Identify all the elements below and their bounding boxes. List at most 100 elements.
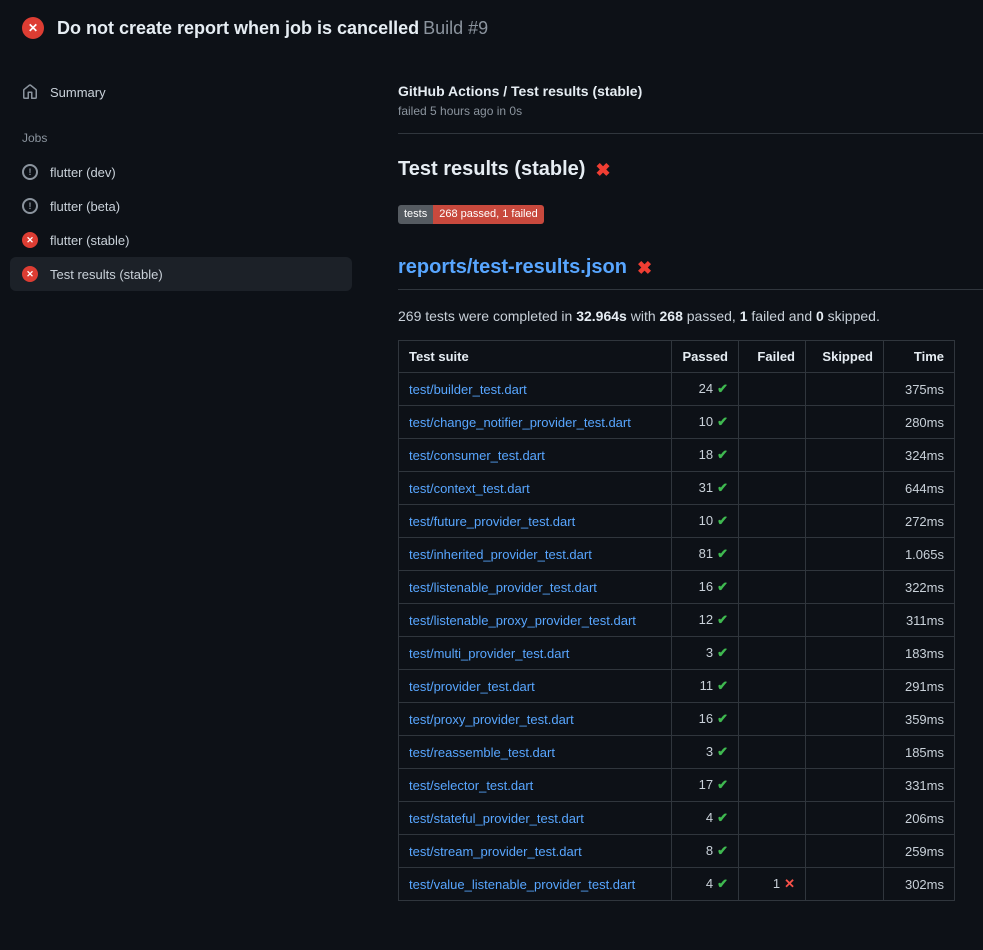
test-summary-text: 269 tests were completed in 32.964s with… (398, 308, 983, 324)
summary-value: 32.964s (576, 308, 627, 324)
failed-cell (739, 439, 806, 472)
table-row: test/builder_test.dart 24✔ 375ms (399, 373, 955, 406)
check-icon: ✔ (717, 579, 728, 594)
time-cell: 375ms (884, 373, 955, 406)
passed-cell: 10✔ (672, 505, 739, 538)
check-icon: ✔ (717, 447, 728, 462)
check-icon: ✔ (717, 546, 728, 561)
test-suite-link[interactable]: test/value_listenable_provider_test.dart (409, 877, 635, 892)
check-icon: ✔ (717, 612, 728, 627)
sidebar: Summary Jobs !flutter (dev)!flutter (bet… (0, 53, 368, 291)
skipped-cell (806, 439, 884, 472)
failed-cell (739, 604, 806, 637)
test-suite-link[interactable]: test/stream_provider_test.dart (409, 844, 582, 859)
skipped-cell (806, 538, 884, 571)
neutral-icon: ! (22, 198, 38, 214)
passed-cell: 16✔ (672, 571, 739, 604)
test-suite-cell: test/context_test.dart (399, 472, 672, 505)
skipped-cell (806, 604, 884, 637)
table-row: test/provider_test.dart 11✔ 291ms (399, 670, 955, 703)
jobs-section-label: Jobs (22, 131, 352, 145)
time-cell: 206ms (884, 802, 955, 835)
table-row: test/future_provider_test.dart10✔272ms (399, 505, 955, 538)
test-suite-cell: test/builder_test.dart (399, 373, 672, 406)
failed-x-icon: ✖ (637, 259, 652, 277)
passed-cell: 8✔ (672, 835, 739, 868)
table-row: test/reassemble_test.dart3✔185ms (399, 736, 955, 769)
skipped-cell (806, 703, 884, 736)
test-suite-cell: test/inherited_provider_test.dart (399, 538, 672, 571)
sidebar-item-job[interactable]: ✕ flutter (stable) (10, 223, 352, 257)
test-suite-link[interactable]: test/reassemble_test.dart (409, 745, 555, 760)
test-suite-link[interactable]: test/builder_test.dart (409, 382, 527, 397)
time-cell: 331ms (884, 769, 955, 802)
check-icon: ✔ (717, 843, 728, 858)
table-row: test/consumer_test.dart18✔324ms (399, 439, 955, 472)
test-suite-link[interactable]: test/context_test.dart (409, 481, 530, 496)
sidebar-item-label: flutter (dev) (50, 165, 116, 180)
test-suite-link[interactable]: test/change_notifier_provider_test.dart (409, 415, 631, 430)
test-suite-link[interactable]: test/provider_test.dart (409, 679, 535, 694)
check-icon: ✔ (717, 711, 728, 726)
sidebar-item-label: Test results (stable) (50, 267, 163, 282)
test-suite-cell: test/multi_provider_test.dart (399, 637, 672, 670)
passed-cell: 11✔ (672, 670, 739, 703)
test-suite-cell: test/selector_test.dart (399, 769, 672, 802)
test-suite-cell: test/stateful_provider_test.dart (399, 802, 672, 835)
skipped-cell (806, 571, 884, 604)
tests-badge: tests 268 passed, 1 failed (398, 205, 544, 224)
table-row: test/selector_test.dart17✔331ms (399, 769, 955, 802)
failed-cell (739, 571, 806, 604)
table-row: test/inherited_provider_test.dart 81✔ 1.06… (399, 538, 955, 571)
failed-status-icon: ✕ (22, 17, 44, 39)
failed-icon: ✕ (22, 232, 38, 248)
check-icon: ✔ (717, 744, 728, 759)
summary-value: 1 (740, 308, 748, 324)
time-cell: 1.065s (884, 538, 955, 571)
check-title: Test results (stable) ✖ (398, 158, 983, 181)
test-suite-link[interactable]: test/stateful_provider_test.dart (409, 811, 584, 826)
skipped-cell (806, 769, 884, 802)
test-suite-link[interactable]: test/listenable_proxy_provider_test.dart (409, 613, 636, 628)
sidebar-item-summary[interactable]: Summary (10, 75, 352, 109)
table-row: test/multi_provider_test.dart3✔183ms (399, 637, 955, 670)
test-suite-link[interactable]: test/inherited_provider_test.dart (409, 547, 592, 562)
failed-cell (739, 670, 806, 703)
skipped-cell (806, 373, 884, 406)
test-suite-link[interactable]: test/proxy_provider_test.dart (409, 712, 574, 727)
passed-cell: 31✔ (672, 472, 739, 505)
sidebar-item-job[interactable]: ✕Test results (stable) (10, 257, 352, 291)
time-cell: 302ms (884, 868, 955, 901)
check-icon: ✔ (717, 678, 728, 693)
test-suite-link[interactable]: test/future_provider_test.dart (409, 514, 575, 529)
divider (398, 133, 983, 134)
sidebar-item-job[interactable]: !flutter (beta) (10, 189, 352, 223)
sidebar-item-job[interactable]: !flutter (dev) (10, 155, 352, 189)
x-glyph: ✕ (28, 21, 38, 35)
passed-cell: 81✔ (672, 538, 739, 571)
time-cell: 185ms (884, 736, 955, 769)
failed-cell (739, 373, 806, 406)
time-cell: 291ms (884, 670, 955, 703)
table-row: test/context_test.dart31✔644ms (399, 472, 955, 505)
page-header: ✕ Do not create report when job is cance… (0, 0, 983, 53)
check-icon: ✔ (717, 777, 728, 792)
summary-text-part: skipped. (824, 308, 880, 324)
report-link[interactable]: reports/test-results.json (398, 256, 627, 279)
passed-cell: 24✔ (672, 373, 739, 406)
table-row: test/proxy_provider_test.dart16✔359ms (399, 703, 955, 736)
failed-x-icon: ✖ (595, 161, 610, 179)
test-suite-link[interactable]: test/selector_test.dart (409, 778, 533, 793)
test-suite-cell: test/reassemble_test.dart (399, 736, 672, 769)
sidebar-item-label: flutter (stable) (50, 233, 129, 248)
passed-cell: 16✔ (672, 703, 739, 736)
table-row: test/change_notifier_provider_test.dart1… (399, 406, 955, 439)
test-suite-link[interactable]: test/multi_provider_test.dart (409, 646, 569, 661)
failed-cell (739, 472, 806, 505)
test-suite-cell: test/change_notifier_provider_test.dart (399, 406, 672, 439)
summary-value: 0 (816, 308, 824, 324)
test-suite-link[interactable]: test/listenable_provider_test.dart (409, 580, 597, 595)
check-icon: ✔ (717, 513, 728, 528)
test-suite-link[interactable]: test/consumer_test.dart (409, 448, 545, 463)
summary-text-part: passed, (683, 308, 740, 324)
